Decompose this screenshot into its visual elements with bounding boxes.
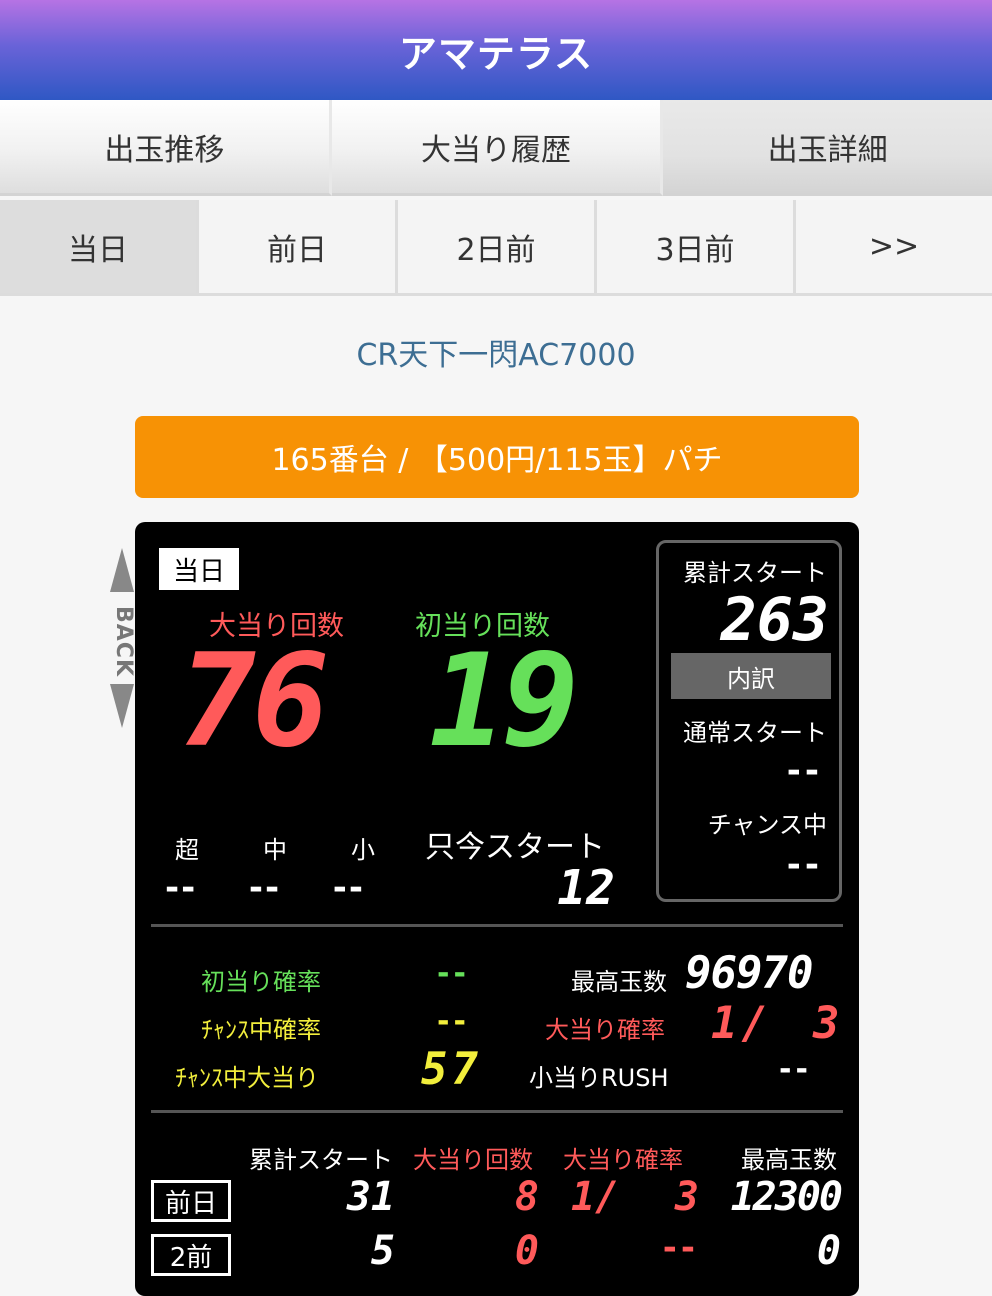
divider [151, 1110, 843, 1113]
history-rate-value: -- [662, 1228, 699, 1268]
arrow-up-icon [110, 548, 134, 592]
tab-jackpot-history[interactable]: 大当り履歴 [331, 100, 664, 196]
history-tag-2-days-ago[interactable]: 2前 [151, 1234, 231, 1276]
chance-jackpot-label: ﾁｬﾝｽ中大当り [175, 1064, 319, 1092]
size-value-super: -- [165, 868, 198, 908]
current-start-value: 12 [557, 860, 615, 916]
tab-today[interactable]: 当日 [0, 200, 199, 296]
history-rate-value: 3 [674, 1174, 699, 1220]
max-balls-value: 96970 [685, 948, 813, 999]
first-hit-value: 19 [429, 627, 579, 776]
small-rush-value: -- [779, 1052, 812, 1087]
total-start-value: 263 [720, 585, 829, 655]
history-header-jackpots: 大当り回数 [413, 1146, 533, 1174]
first-hit-rate-label: 初当り確率 [201, 968, 321, 996]
back-button[interactable]: BACK [106, 548, 136, 728]
chance-jackpot-value: 57 [421, 1044, 482, 1095]
history-max-value: 12300 [730, 1174, 843, 1220]
arrow-down-icon [110, 684, 134, 728]
size-value-small: -- [332, 868, 365, 908]
history-jackpots-value: 8 [514, 1174, 539, 1220]
tab-3-days-ago[interactable]: 3日前 [597, 200, 796, 296]
tab-payout-detail[interactable]: 出玉詳細 [663, 100, 992, 196]
size-values: -- -- -- [165, 868, 365, 908]
divider [151, 924, 843, 927]
history-header-start: 累計スタート [249, 1146, 393, 1174]
start-summary-box: 累計スタート 263 内訳 通常スタート -- チャンス中 -- [656, 540, 842, 902]
breakdown-button[interactable]: 内訳 [671, 653, 831, 699]
machine-info-text: 165番台 / 【500円/115玉】パチ [271, 443, 723, 478]
normal-start-value: -- [786, 751, 823, 791]
chance-label: チャンス中 [707, 811, 827, 839]
size-value-mid: -- [248, 868, 282, 908]
max-balls-label: 最高玉数 [571, 968, 667, 996]
history-tag-prev-day[interactable]: 前日 [151, 1180, 231, 1222]
tab-2-days-ago[interactable]: 2日前 [398, 200, 597, 296]
history-rate-prefix: 1/ [571, 1174, 620, 1220]
history-max-value: 0 [816, 1228, 841, 1274]
jackpot-rate-label: 大当り確率 [545, 1016, 665, 1044]
page-title: アマテラス [398, 31, 594, 76]
history-header-rate: 大当り確率 [563, 1146, 683, 1174]
size-labels: 超 中 小 [175, 830, 375, 865]
tab-prev-day[interactable]: 前日 [199, 200, 398, 296]
chance-rate-value: -- [437, 1004, 470, 1039]
title-bar: アマテラス [0, 0, 992, 100]
day-tabs: 当日 前日 2日前 3日前 >> [0, 200, 992, 296]
chance-value: -- [786, 845, 823, 885]
jackpot-rate-value: 3 [813, 998, 844, 1049]
day-badge: 当日 [159, 548, 239, 590]
size-label-small: 小 [351, 836, 375, 864]
history-header-max: 最高玉数 [741, 1146, 837, 1174]
tab-payout-trend[interactable]: 出玉推移 [0, 100, 332, 196]
back-label: BACK [111, 606, 136, 677]
normal-start-label: 通常スタート [683, 719, 827, 747]
size-label-mid: 中 [263, 836, 287, 864]
jackpot-count-value: 76 [179, 627, 329, 776]
history-start-value: 5 [370, 1228, 395, 1274]
first-hit-rate-value: -- [437, 956, 470, 991]
main-tabs: 出玉推移 大当り履歴 出玉詳細 [0, 100, 992, 196]
chance-rate-label: ﾁｬﾝｽ中確率 [201, 1016, 321, 1044]
tab-more[interactable]: >> [796, 200, 992, 296]
history-start-value: 31 [346, 1174, 395, 1220]
total-start-label: 累計スタート [683, 559, 827, 587]
size-label-super: 超 [175, 836, 199, 864]
small-rush-label: 小当りRUSH [529, 1064, 669, 1092]
data-panel: 当日 大当り回数 76 初当り回数 19 超 中 小 -- -- -- 只今スタ… [135, 522, 859, 1296]
machine-info-bar: 165番台 / 【500円/115玉】パチ [135, 416, 859, 498]
jackpot-rate-prefix: 1/ [711, 998, 772, 1049]
history-jackpots-value: 0 [514, 1228, 539, 1274]
machine-name[interactable]: CR天下一閃AC7000 [0, 330, 992, 374]
